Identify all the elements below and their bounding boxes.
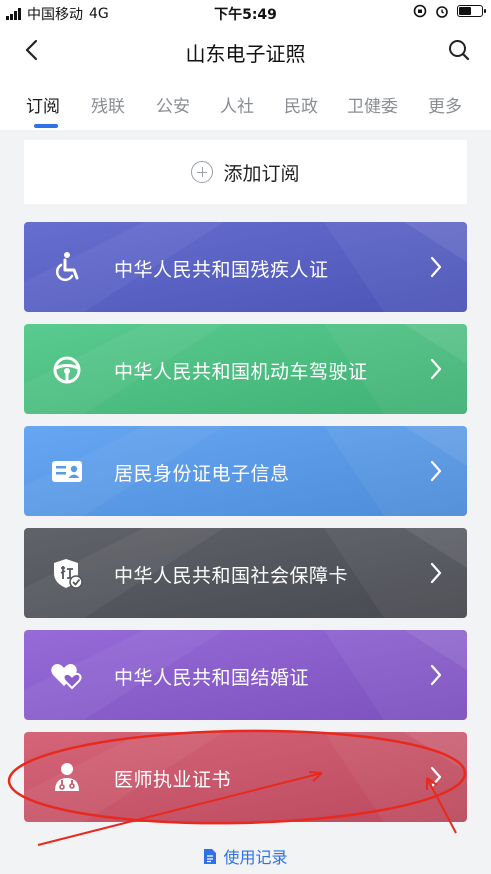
wheelchair-icon (55, 252, 79, 282)
hearts-icon (51, 664, 82, 690)
card-label: 中华人民共和国社会保障卡 (114, 565, 349, 587)
card-physician-license[interactable]: 医师执业证书 (24, 732, 467, 822)
status-bar: 中国移动 4G 下午5:49 (0, 0, 491, 26)
steering-wheel-icon (53, 356, 81, 384)
tab-subscribe[interactable]: 订阅 (26, 92, 60, 117)
id-card-icon (52, 461, 82, 482)
usage-record-link[interactable]: 使用记录 (0, 844, 491, 868)
card-marriage-certificate[interactable]: 中华人民共和国结婚证 (24, 630, 467, 720)
tab-more[interactable]: 更多 (428, 92, 462, 117)
chevron-right-icon (430, 358, 442, 380)
back-icon[interactable] (18, 36, 46, 64)
add-subscription-label: 添加订阅 (223, 162, 300, 185)
tab-public-security[interactable]: 公安 (156, 92, 190, 117)
tab-health-commission[interactable]: 卫健委 (347, 92, 398, 117)
chevron-right-icon (430, 664, 442, 686)
add-subscription-button[interactable]: 添加订阅 (24, 140, 467, 204)
card-background (24, 732, 467, 822)
tab-human-resources[interactable]: 人社 (220, 92, 254, 117)
card-driving-license[interactable]: 中华人民共和国机动车驾驶证 (24, 324, 467, 414)
card-social-security-card[interactable]: 中华人民共和国社会保障卡 (24, 528, 467, 618)
shield-check-icon (54, 559, 83, 589)
chevron-right-icon (430, 256, 442, 278)
tab-disabled-federation[interactable]: 残联 (91, 92, 125, 117)
category-tabs: 订阅 残联 公安 人社 民政 卫健委 更多 (0, 74, 491, 130)
search-icon[interactable] (445, 36, 473, 64)
status-right (413, 4, 486, 18)
card-label: 中华人民共和国残疾人证 (114, 259, 329, 281)
chevron-right-icon (430, 460, 442, 482)
document-icon (204, 848, 217, 864)
active-tab-indicator (34, 124, 58, 128)
orientation-lock-icon (413, 4, 427, 18)
plus-circle-icon (191, 161, 214, 183)
tab-civil-affairs[interactable]: 民政 (284, 92, 318, 117)
card-label: 中华人民共和国结婚证 (114, 667, 310, 689)
chevron-right-icon (430, 562, 442, 584)
nav-bar: 山东电子证照 (0, 26, 491, 74)
card-label: 居民身份证电子信息 (114, 463, 290, 485)
card-id-card[interactable]: 居民身份证电子信息 (24, 426, 467, 516)
card-label: 医师执业证书 (114, 769, 232, 791)
card-disability-certificate[interactable]: 中华人民共和国残疾人证 (24, 222, 467, 312)
battery-icon (457, 5, 486, 17)
card-label: 中华人民共和国机动车驾驶证 (114, 361, 368, 383)
page-title: 山东电子证照 (185, 42, 306, 66)
chevron-right-icon (430, 766, 442, 788)
usage-record-label: 使用记录 (223, 848, 288, 867)
alarm-icon (436, 6, 448, 18)
doctor-icon (55, 763, 79, 791)
